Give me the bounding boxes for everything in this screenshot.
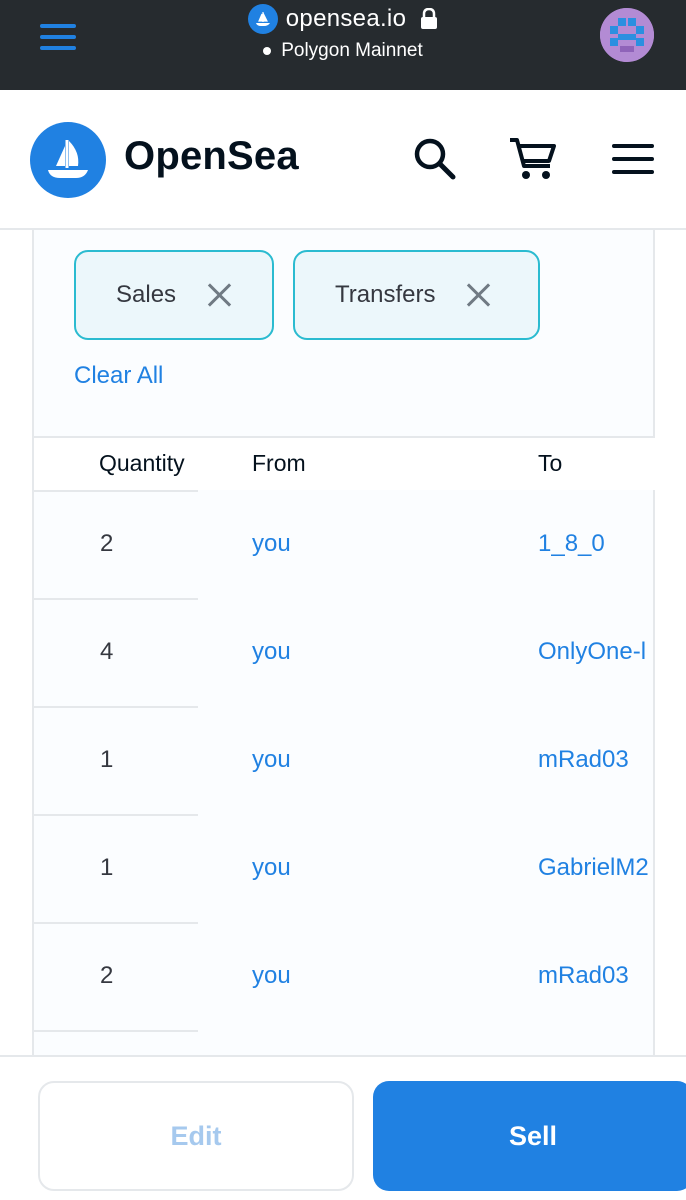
url-text[interactable]: opensea.io — [286, 5, 406, 33]
cell-from-link[interactable]: you — [252, 854, 291, 882]
filter-chip-label: Transfers — [335, 281, 436, 308]
site-logo-icon — [247, 4, 278, 34]
lock-icon — [420, 7, 438, 30]
activity-panel: Sales Transfers Clear All Quantity From … — [32, 230, 655, 1055]
network-status-dot — [263, 47, 272, 55]
row-divider — [34, 814, 198, 816]
filter-chip-label: Sales — [116, 281, 177, 308]
cell-quantity: 1 — [100, 854, 114, 881]
row-divider — [34, 490, 198, 492]
opensea-logo-icon[interactable] — [30, 122, 106, 198]
brand-name[interactable]: OpenSea — [124, 134, 299, 179]
table-row: 1 you GabrielM2 — [34, 814, 655, 922]
table-row: 2 you 1_8_0 — [34, 490, 655, 598]
column-header-to: To — [538, 450, 563, 476]
cell-to-link[interactable]: GabrielM2 — [538, 854, 655, 882]
filter-chip-transfers[interactable]: Transfers — [293, 250, 540, 340]
table-row: 4 you OnlyOne-l — [34, 598, 655, 706]
table-row — [34, 1030, 655, 1055]
cell-quantity: 2 — [100, 530, 114, 557]
cell-to-link[interactable]: 1_8_0 — [538, 530, 655, 558]
cell-from-link[interactable]: you — [252, 962, 291, 990]
sell-button[interactable]: Sell — [373, 1081, 686, 1191]
row-divider — [34, 922, 198, 924]
column-header-quantity: Quantity — [99, 450, 185, 476]
cell-from-link[interactable]: you — [252, 530, 291, 558]
wallet-avatar[interactable] — [600, 8, 654, 62]
search-icon[interactable] — [410, 134, 460, 184]
cell-from-link[interactable]: you — [252, 638, 291, 666]
menu-icon[interactable] — [608, 134, 658, 184]
network-indicator[interactable]: Polygon Mainnet — [0, 40, 686, 62]
cell-to-link[interactable]: mRad03 — [538, 746, 655, 774]
url-row: opensea.io — [0, 4, 686, 34]
action-bar: Edit Sell — [0, 1055, 686, 1200]
cell-quantity: 1 — [100, 746, 114, 773]
close-icon[interactable] — [206, 282, 232, 308]
column-header-from: From — [252, 450, 306, 476]
cell-quantity: 2 — [100, 962, 114, 989]
filter-chip-sales[interactable]: Sales — [74, 250, 274, 340]
row-divider — [34, 598, 198, 600]
table-row: 1 you mRad03 — [34, 706, 655, 814]
table-row: 2 you mRad03 — [34, 922, 655, 1030]
cell-quantity: 4 — [100, 638, 114, 665]
cell-to-link[interactable]: mRad03 — [538, 962, 655, 990]
edit-button[interactable]: Edit — [38, 1081, 354, 1191]
table-header: Quantity From To — [34, 436, 655, 490]
close-icon[interactable] — [465, 282, 491, 308]
cell-from-link[interactable]: you — [252, 746, 291, 774]
browser-bar: opensea.io Polygon Mainnet — [0, 0, 686, 90]
cart-icon[interactable] — [508, 134, 558, 184]
row-divider — [34, 1030, 198, 1032]
row-divider — [34, 706, 198, 708]
clear-all-link[interactable]: Clear All — [74, 362, 163, 390]
network-name: Polygon Mainnet — [281, 40, 423, 61]
cell-to-link[interactable]: OnlyOne-l — [538, 638, 655, 666]
site-header: OpenSea — [0, 90, 686, 230]
